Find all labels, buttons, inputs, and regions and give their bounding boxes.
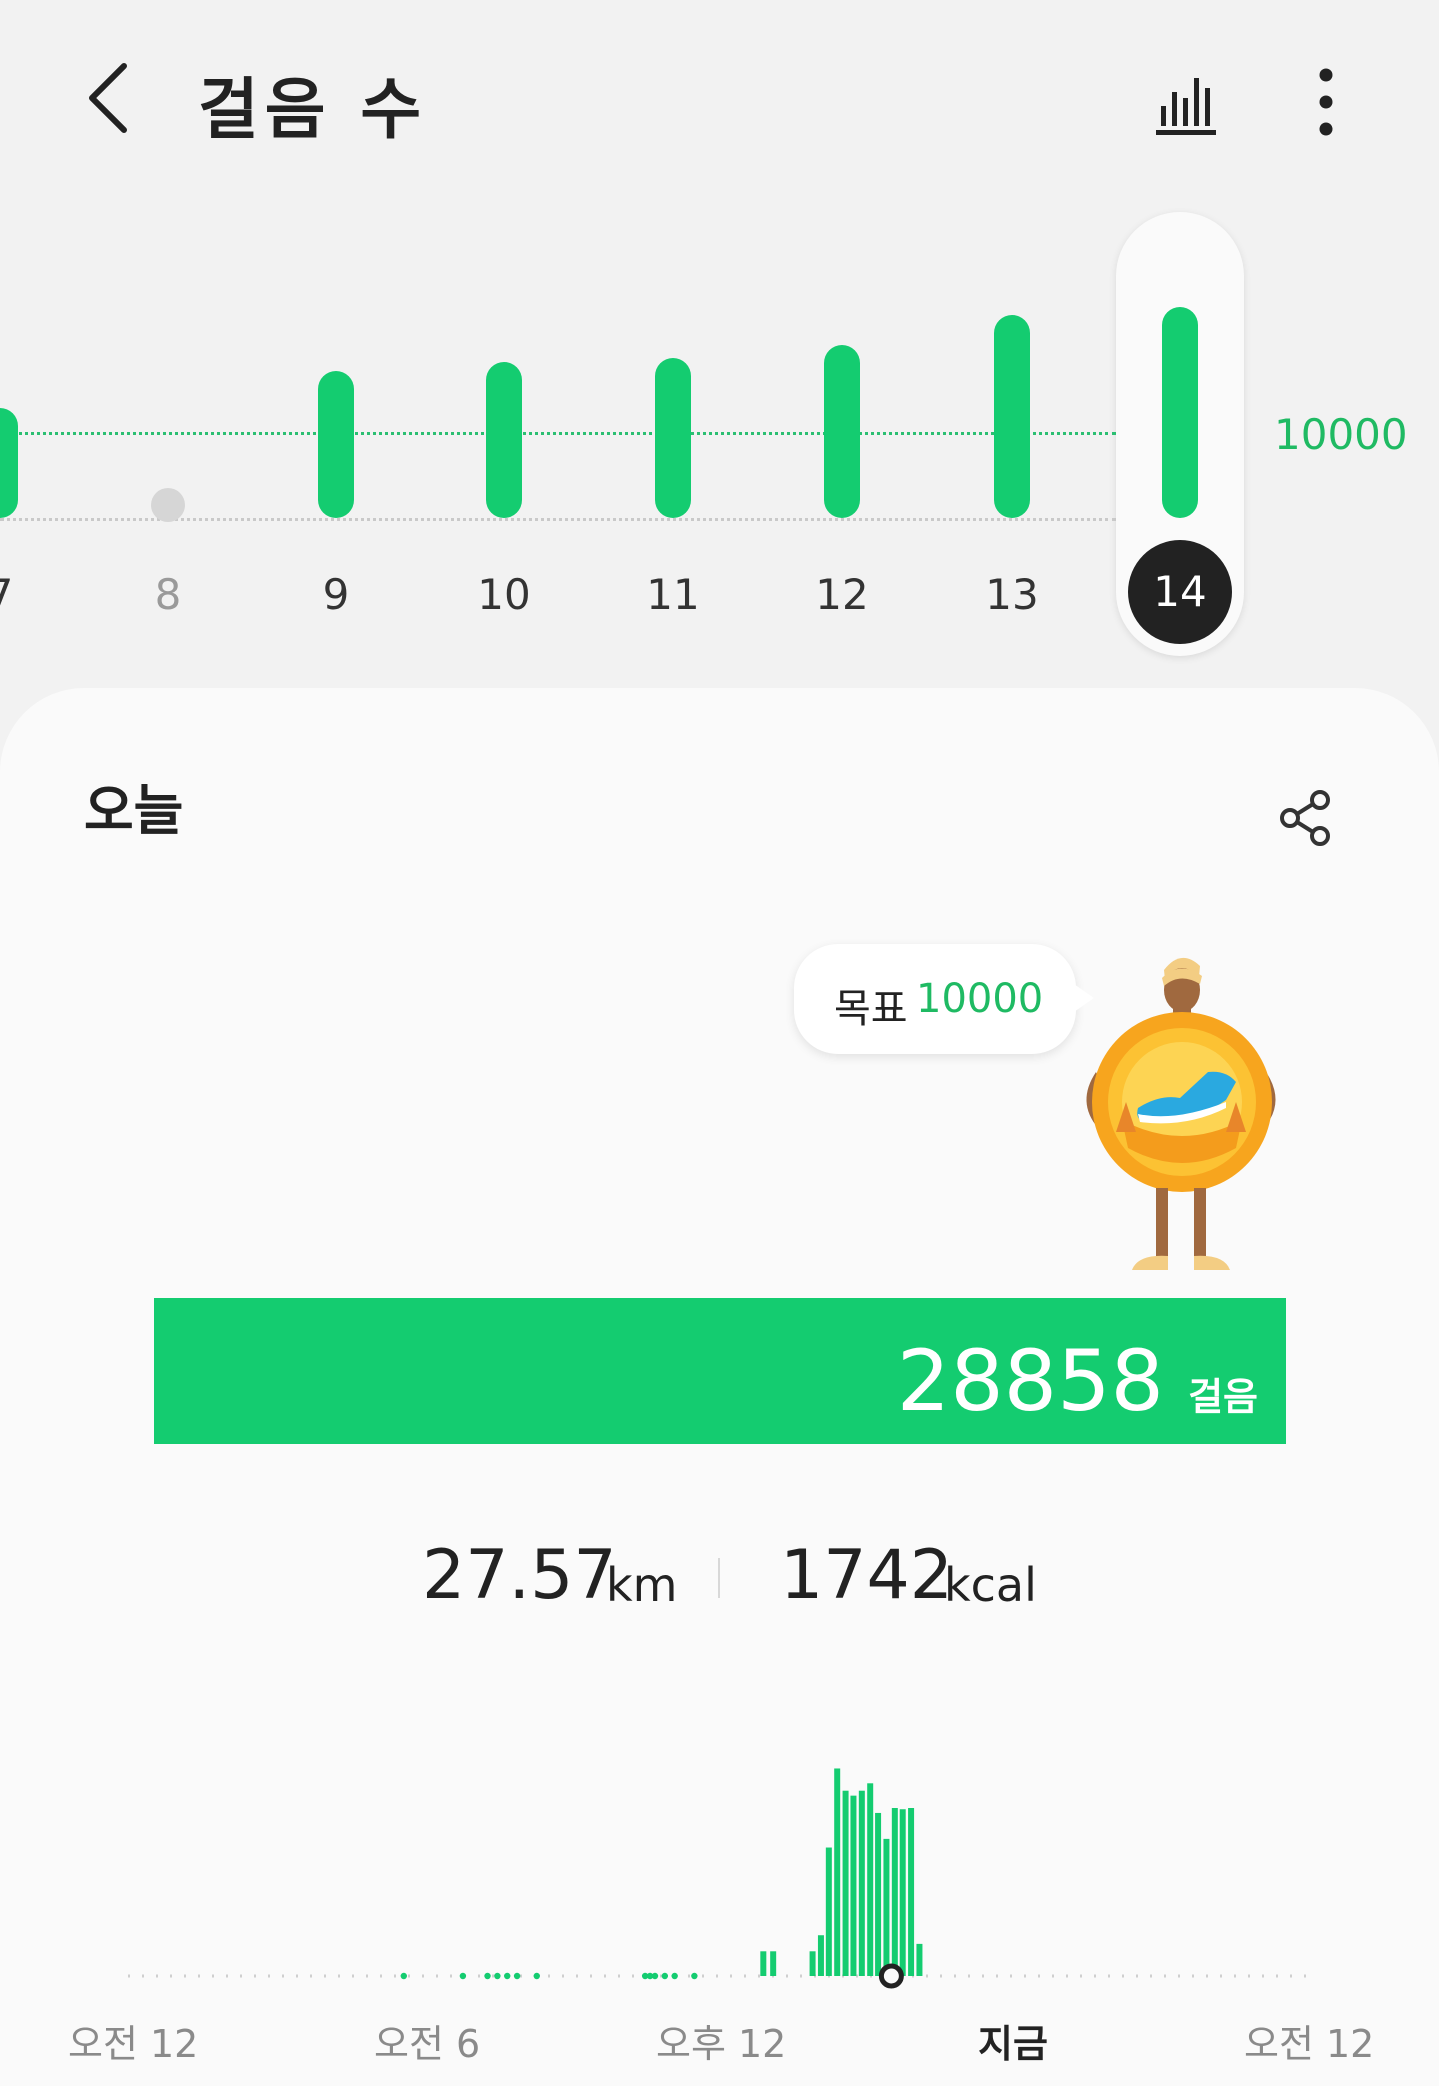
goal-bubble-value: 10000 <box>916 976 1044 1022</box>
day-bar-11[interactable] <box>655 358 691 518</box>
hourly-bar <box>867 1783 874 1976</box>
calories-value: 1742 <box>780 1536 954 1615</box>
hourly-bar <box>858 1790 865 1976</box>
hourly-activity-dot <box>494 1972 501 1980</box>
hourly-bar <box>850 1795 857 1976</box>
hourly-bar <box>770 1951 777 1976</box>
header: 걸음 수 <box>0 0 1439 200</box>
goal-value-label: 10000 <box>1274 410 1408 459</box>
time-label-end: 오전 12 <box>1244 2022 1375 2066</box>
stats-row: 27.57 km 1742 kcal <box>0 1536 1439 1626</box>
hourly-bar <box>875 1812 882 1976</box>
hourly-activity-dot <box>459 1972 467 1980</box>
time-label-now: 지금 <box>978 2022 1048 2066</box>
day-label-11[interactable]: 11 <box>623 570 723 619</box>
stats-divider <box>718 1558 720 1598</box>
hourly-activity-dot <box>661 1972 669 1980</box>
more-vertical-icon <box>1319 68 1333 136</box>
today-card: 오늘 목표 10000 28858 걸음 27.57 km 1742 kcal … <box>0 688 1439 2086</box>
hourly-activity-dot <box>533 1972 540 1980</box>
day-label-8[interactable]: 8 <box>118 570 218 619</box>
day-label-13[interactable]: 13 <box>962 570 1062 619</box>
goal-bubble-label: 목표 <box>834 986 908 1032</box>
hourly-bar <box>883 1838 890 1976</box>
hourly-bar <box>809 1951 816 1976</box>
hourly-activity-dot <box>400 1972 407 1980</box>
more-options-button[interactable] <box>1300 66 1352 140</box>
hourly-steps-chart: 오전 12 오전 6 오후 12 지금 오전 12 <box>0 1688 1439 2086</box>
hourly-bar <box>916 1943 923 1976</box>
share-icon <box>1280 790 1330 846</box>
time-label-morning: 오전 6 <box>374 2022 481 2066</box>
time-label-start: 오전 12 <box>68 2022 199 2066</box>
goal-bubble: 목표 10000 <box>794 944 1076 1054</box>
steps-progress-bar: 28858 걸음 <box>154 1298 1286 1444</box>
hourly-bars <box>128 1768 1310 1989</box>
day-label-12[interactable]: 12 <box>792 570 892 619</box>
day-bar-9[interactable] <box>318 371 354 518</box>
hourly-bar <box>891 1808 898 1976</box>
hourly-bar <box>825 1847 832 1976</box>
day-label-10[interactable]: 10 <box>454 570 554 619</box>
day-bar-13[interactable] <box>994 315 1030 518</box>
day-bar-14[interactable] <box>1162 306 1198 518</box>
chart-view-button[interactable] <box>1152 68 1222 138</box>
hourly-activity-dot <box>484 1972 491 1980</box>
day-label-9[interactable]: 9 <box>286 570 386 619</box>
hourly-bar <box>817 1935 824 1976</box>
hourly-activity-dot <box>504 1972 511 1980</box>
bar-chart-icon <box>1156 78 1216 135</box>
distance-unit: km <box>606 1558 678 1612</box>
steps-unit: 걸음 <box>1188 1375 1258 1419</box>
steps-value: 28858 <box>896 1332 1164 1430</box>
day-empty-dot-8[interactable] <box>151 488 185 522</box>
day-bar-10[interactable] <box>486 362 522 518</box>
chevron-left-icon <box>89 63 127 133</box>
goal-line <box>0 432 1116 435</box>
calories-unit: kcal <box>944 1558 1037 1612</box>
back-button[interactable] <box>78 58 148 138</box>
day-bar-12[interactable] <box>824 345 860 518</box>
hourly-bar <box>842 1790 849 1976</box>
distance-value: 27.57 <box>422 1536 617 1615</box>
hourly-activity-dot <box>691 1972 698 1980</box>
hourly-activity-dot <box>671 1972 678 1980</box>
day-bar-7[interactable] <box>0 407 18 518</box>
selected-day-label[interactable]: 14 <box>1128 540 1232 644</box>
hourly-activity-dot <box>513 1972 521 1980</box>
time-label-noon: 오후 12 <box>656 2022 787 2066</box>
hourly-bar <box>899 1809 906 1976</box>
daily-steps-chart: 10000 7 8 9 10 11 12 13 14 <box>0 200 1439 690</box>
hourly-activity-dot <box>651 1972 659 1980</box>
hourly-bar <box>834 1768 841 1976</box>
share-button[interactable] <box>1278 788 1334 848</box>
hourly-bar <box>908 1808 915 1976</box>
hourly-bar <box>760 1951 767 1976</box>
app: 걸음 수 10000 7 8 9 10 11 12 13 14 <box>0 0 1439 2086</box>
page-title: 걸음 수 <box>198 71 428 148</box>
now-marker <box>878 1963 904 1989</box>
today-title: 오늘 <box>84 779 184 842</box>
day-label-7[interactable]: 7 <box>0 570 50 619</box>
goal-achievement-mascot <box>1086 957 1276 1270</box>
